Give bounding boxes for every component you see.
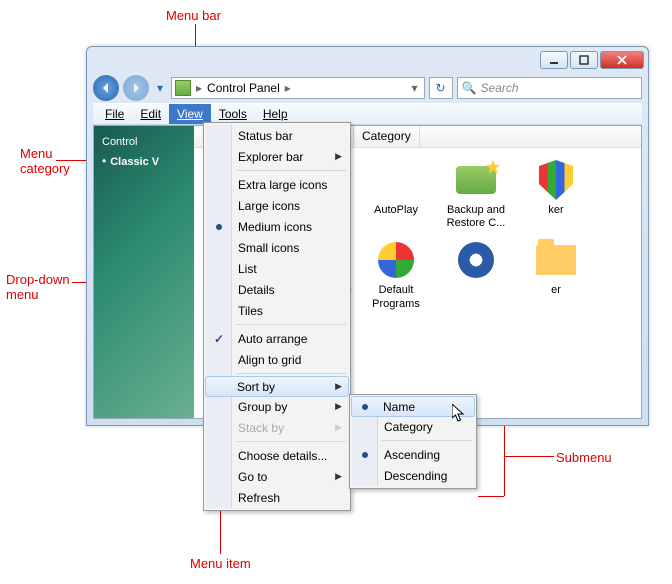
annotation-menucategory: Menu category — [20, 146, 70, 176]
submenu-arrow-icon: ▶ — [335, 151, 342, 162]
list-item[interactable] — [438, 238, 514, 310]
menu-item-licons[interactable]: Large icons — [206, 195, 348, 216]
control-panel-icon — [175, 80, 191, 96]
sidebar-heading: Control — [102, 136, 186, 148]
address-bar: ▾ ▸ Control Panel ▸ ▾ ↻ 🔍 Search — [93, 73, 642, 103]
menu-item-choosedetails[interactable]: Choose details... — [206, 445, 348, 466]
refresh-button[interactable]: ↻ — [429, 77, 453, 99]
submenu-item-descending[interactable]: Descending — [352, 465, 474, 486]
submenu-arrow-icon: ▶ — [335, 381, 342, 392]
check-icon: ✓ — [212, 332, 226, 346]
menu-separator — [236, 373, 346, 374]
search-input[interactable]: 🔍 Search — [457, 77, 642, 99]
menu-item-groupby[interactable]: Group by▶ — [206, 396, 348, 417]
list-item[interactable]: ker — [518, 158, 594, 230]
menu-bar: File Edit View Tools Help — [93, 103, 642, 125]
shield-icon — [539, 160, 573, 200]
menu-separator — [236, 324, 346, 325]
titlebar — [87, 47, 648, 73]
menu-view[interactable]: View — [169, 104, 211, 124]
submenu-arrow-icon: ▶ — [335, 471, 342, 482]
list-item[interactable]: AutoPlay — [358, 158, 434, 230]
sidebar: Control •Classic V — [94, 126, 194, 418]
menu-item-goto[interactable]: Go to▶ — [206, 466, 348, 487]
breadcrumb-separator-icon[interactable]: ▸ — [283, 81, 293, 95]
menu-separator — [236, 170, 346, 171]
view-dropdown-menu: Status bar Explorer bar▶ Extra large ico… — [203, 122, 351, 511]
menu-item-aligngrid[interactable]: Align to grid — [206, 349, 348, 370]
address-field[interactable]: ▸ Control Panel ▸ ▾ — [171, 77, 425, 99]
annotation-line — [220, 510, 221, 554]
submenu-item-ascending[interactable]: Ascending — [352, 444, 474, 465]
menu-item-statusbar[interactable]: Status bar — [206, 125, 348, 146]
menu-item-micons[interactable]: Medium icons — [206, 216, 348, 237]
menu-item-sortby[interactable]: Sort by▶ — [205, 376, 349, 397]
annotation-dropdown: Drop-down menu — [6, 272, 70, 302]
menu-item-refresh[interactable]: Refresh — [206, 487, 348, 508]
address-dropdown-icon[interactable]: ▾ — [409, 81, 421, 95]
default-programs-icon — [378, 242, 414, 278]
menu-item-xlicons[interactable]: Extra large icons — [206, 174, 348, 195]
menu-item-tiles[interactable]: Tiles — [206, 300, 348, 321]
menu-edit[interactable]: Edit — [132, 104, 169, 124]
minimize-button[interactable] — [540, 51, 568, 69]
search-placeholder: Search — [481, 81, 519, 95]
autoplay-icon — [378, 162, 414, 198]
address-location: Control Panel — [207, 81, 280, 95]
search-icon: 🔍 — [462, 81, 477, 95]
forward-button[interactable] — [123, 75, 149, 101]
annotation-menubar: Menu bar — [166, 8, 221, 23]
menu-help[interactable]: Help — [255, 104, 296, 124]
annotation-line — [504, 456, 554, 457]
menu-separator — [382, 440, 472, 441]
menu-tools[interactable]: Tools — [211, 104, 255, 124]
back-button[interactable] — [93, 75, 119, 101]
annotation-submenu: Submenu — [556, 450, 612, 465]
client-area: Control •Classic V Name Category are Adm… — [93, 125, 642, 419]
menu-file[interactable]: File — [97, 104, 132, 124]
folder-icon — [536, 245, 576, 275]
sidebar-current-view[interactable]: •Classic V — [102, 154, 186, 168]
maximize-button[interactable] — [570, 51, 598, 69]
radio-selected-icon — [212, 220, 226, 234]
menu-item-explorerbar[interactable]: Explorer bar▶ — [206, 146, 348, 167]
breadcrumb-separator-icon: ▸ — [194, 81, 204, 95]
column-category[interactable]: Category — [354, 126, 420, 147]
annotation-line — [478, 496, 504, 497]
backup-icon — [456, 166, 496, 194]
menu-item-list[interactable]: List — [206, 258, 348, 279]
explorer-window: ▾ ▸ Control Panel ▸ ▾ ↻ 🔍 Search File Ed… — [86, 46, 649, 426]
close-button[interactable] — [600, 51, 644, 69]
list-item[interactable]: Backup and Restore C... — [438, 158, 514, 230]
submenu-arrow-icon: ▶ — [335, 401, 342, 412]
annotation-menuitem: Menu item — [190, 556, 251, 571]
list-item[interactable]: Default Programs — [358, 238, 434, 310]
menu-item-autoarrange[interactable]: ✓Auto arrange — [206, 328, 348, 349]
menu-item-sicons[interactable]: Small icons — [206, 237, 348, 258]
gear-icon — [458, 242, 494, 278]
mouse-cursor-icon — [452, 404, 468, 424]
list-item[interactable]: er — [518, 238, 594, 310]
menu-item-details[interactable]: Details — [206, 279, 348, 300]
menu-item-stackby: Stack by▶ — [206, 417, 348, 438]
radio-selected-icon — [358, 448, 372, 462]
radio-selected-icon — [358, 400, 372, 414]
nav-history-dropdown[interactable]: ▾ — [153, 78, 167, 98]
menu-separator — [236, 441, 346, 442]
submenu-arrow-icon: ▶ — [335, 422, 342, 433]
